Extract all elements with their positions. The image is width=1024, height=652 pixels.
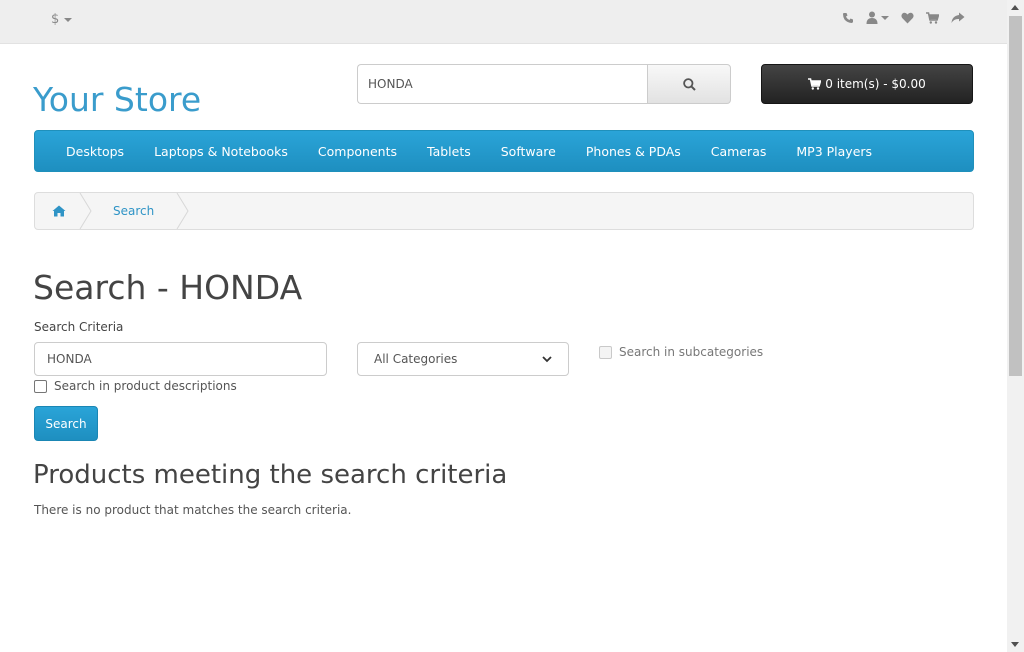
header-search-input[interactable] [357,64,647,104]
phone-icon [843,12,853,23]
page-scrollbar[interactable] [1007,0,1024,652]
user-icon [866,11,878,24]
cart-button[interactable]: 0 item(s) - $0.00 [761,64,973,104]
cart-label: 0 item(s) - $0.00 [825,77,926,91]
contact-link[interactable] [842,12,854,24]
header-search [357,64,731,104]
shopping-cart-link[interactable] [926,11,939,24]
main-menu: Desktops Laptops & Notebooks Components … [34,130,974,172]
currency-label: $ [51,12,60,27]
breadcrumb-home[interactable] [35,193,83,229]
subcategories-option: Search in subcategories [599,345,763,359]
descriptions-label: Search in product descriptions [54,379,237,393]
wishlist-link[interactable] [901,12,914,24]
category-select[interactable]: All Categories [357,342,569,376]
caret-down-icon [64,17,73,22]
subcategories-label: Search in subcategories [619,345,764,359]
top-links [842,11,965,24]
breadcrumb-search-label: Search [113,204,155,218]
search-criteria-label: Search Criteria [34,320,124,334]
breadcrumb: Search [34,192,974,230]
descriptions-option: Search in product descriptions [34,379,237,393]
header-search-button[interactable] [647,64,731,104]
menu-item-software[interactable]: Software [486,144,571,159]
top-bar: $ [0,0,1007,44]
currency-dropdown[interactable]: $ [51,12,73,27]
heart-icon [901,12,914,23]
caret-down-icon [881,15,889,20]
breadcrumb-search[interactable]: Search [83,193,180,229]
menu-item-tablets[interactable]: Tablets [412,144,486,159]
descriptions-checkbox[interactable] [34,379,47,393]
cart-icon [808,78,822,90]
menu-item-components[interactable]: Components [303,144,412,159]
menu-item-mp3-players[interactable]: MP3 Players [781,144,887,159]
category-selected-value: All Categories [374,352,458,366]
page-title: Search - HONDA [33,268,303,307]
search-criteria-input[interactable] [34,342,327,376]
search-button[interactable]: Search [34,406,98,441]
subcategories-checkbox[interactable] [599,345,612,359]
no-results-message: There is no product that matches the sea… [34,503,352,517]
scroll-up-icon[interactable] [1011,5,1019,10]
checkout-link[interactable] [951,12,965,24]
menu-item-desktops[interactable]: Desktops [51,144,139,159]
home-icon [52,205,66,217]
search-icon [682,77,696,91]
scroll-thumb[interactable] [1009,16,1022,376]
cart-icon [926,11,939,24]
menu-item-phones[interactable]: Phones & PDAs [571,144,696,159]
share-icon [951,12,965,23]
menu-item-laptops[interactable]: Laptops & Notebooks [139,144,303,159]
scroll-down-icon[interactable] [1011,642,1019,647]
results-heading: Products meeting the search criteria [33,460,508,490]
account-dropdown[interactable] [866,11,889,24]
chevron-down-icon [542,355,552,362]
menu-item-cameras[interactable]: Cameras [696,144,782,159]
store-logo[interactable]: Your Store [33,80,201,119]
